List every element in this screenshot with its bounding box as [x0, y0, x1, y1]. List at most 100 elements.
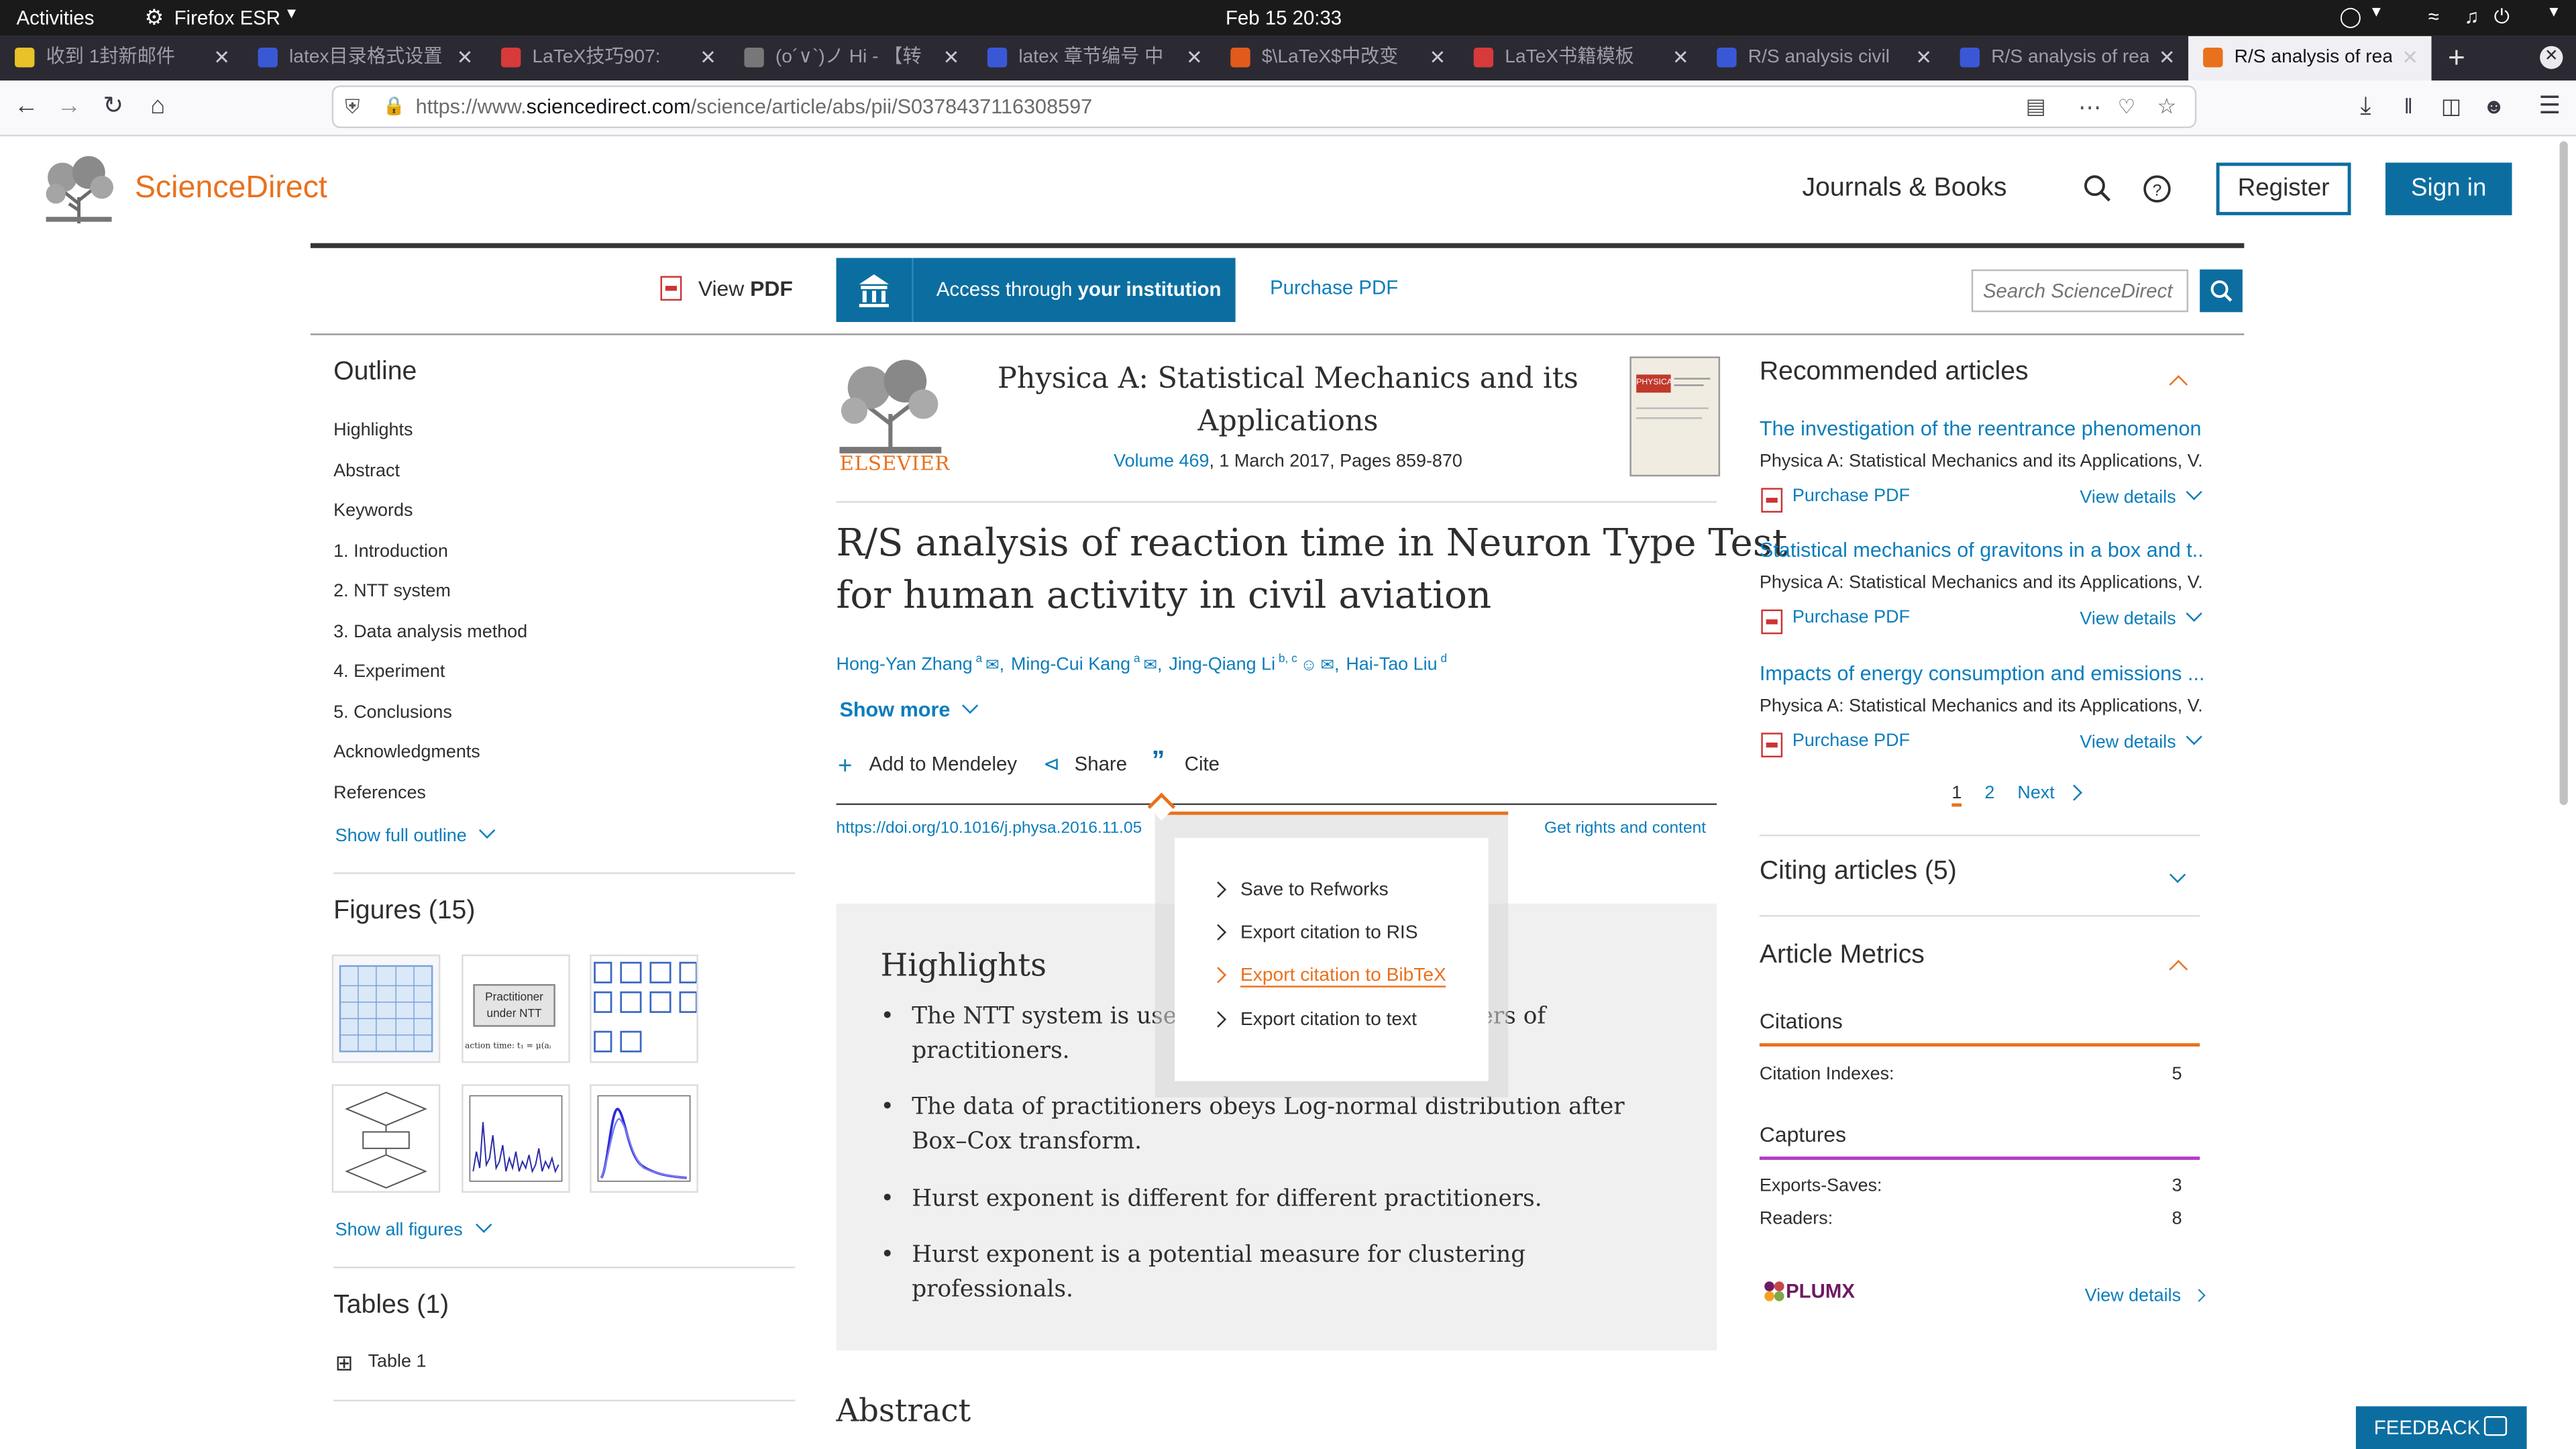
pocket-icon[interactable]: ♡: [2118, 87, 2135, 127]
url-bar[interactable]: ⛨ 🔒 https://www.sciencedirect.com/scienc…: [333, 87, 2195, 127]
elsevier-tree-logo[interactable]: [40, 154, 119, 224]
cite-menu-item[interactable]: Export citation to text: [1210, 1010, 1417, 1030]
recommended-article-title[interactable]: Impacts of energy consumption and emissi…: [1760, 661, 2203, 684]
outline-item[interactable]: 1. Introduction: [333, 541, 448, 561]
wifi-icon[interactable]: ≈: [2428, 5, 2439, 28]
recommended-purchase-pdf-link[interactable]: Purchase PDF: [1792, 486, 1910, 506]
purchase-pdf-link[interactable]: Purchase PDF: [1270, 276, 1398, 299]
browser-tab[interactable]: R/S analysis of rea ✕: [1945, 36, 2188, 80]
figure-thumbnail-6[interactable]: [590, 1084, 698, 1193]
sidebar-icon[interactable]: ◫: [2434, 91, 2467, 123]
rights-link[interactable]: Get rights and content: [1544, 820, 1706, 838]
feedback-button[interactable]: FEEDBACK: [2355, 1406, 2527, 1449]
reload-icon[interactable]: ↻: [97, 91, 129, 123]
page-actions-icon[interactable]: ⋯: [2078, 87, 2101, 127]
show-more-button[interactable]: Show more: [839, 697, 979, 721]
tab-close-icon[interactable]: ✕: [1429, 36, 1446, 80]
cite-menu-item[interactable]: Save to Refworks: [1210, 881, 1389, 900]
outline-item[interactable]: Acknowledgments: [333, 743, 480, 762]
volume-icon[interactable]: ♫: [2464, 5, 2479, 28]
outline-item[interactable]: Keywords: [333, 501, 413, 521]
browser-tab[interactable]: $\LaTeX$中改变 ✕: [1216, 36, 1458, 80]
outline-item[interactable]: 3. Data analysis method: [333, 622, 527, 641]
recommended-view-details-button[interactable]: View details: [2080, 484, 2202, 508]
home-icon[interactable]: ⌂: [142, 91, 174, 123]
tab-close-icon[interactable]: ✕: [2159, 36, 2176, 80]
sciencedirect-brand[interactable]: ScienceDirect: [135, 171, 327, 207]
elsevier-logo[interactable]: ELSEVIER: [837, 358, 950, 476]
author-affiliation[interactable]: d: [1441, 654, 1448, 665]
outline-item[interactable]: 5. Conclusions: [333, 702, 452, 722]
table-1-link[interactable]: Table 1: [368, 1352, 427, 1372]
show-full-outline-button[interactable]: Show full outline: [335, 822, 496, 846]
new-tab-icon[interactable]: +: [2448, 36, 2465, 80]
recommended-article-title[interactable]: The investigation of the reentrance phen…: [1760, 417, 2203, 440]
power-icon[interactable]: ⏻: [2494, 5, 2510, 30]
doi-link[interactable]: https://doi.org/10.1016/j.physa.2016.11.…: [837, 820, 1142, 838]
window-close-icon[interactable]: ✕: [2540, 46, 2563, 69]
show-all-figures-button[interactable]: Show all figures: [335, 1216, 492, 1240]
lock-icon[interactable]: 🔒: [383, 87, 406, 127]
outline-item[interactable]: Abstract: [333, 461, 400, 480]
tab-close-icon[interactable]: ✕: [943, 36, 960, 80]
tab-close-icon[interactable]: ✕: [457, 36, 474, 80]
outline-item[interactable]: 2. NTT system: [333, 582, 451, 601]
author-affiliation[interactable]: a: [1134, 654, 1140, 665]
recommended-article-title[interactable]: Statistical mechanics of gravitons in a …: [1760, 539, 2203, 562]
page-scrollbar[interactable]: [2559, 141, 2568, 806]
library-icon[interactable]: ‖: [2392, 91, 2425, 123]
recommended-view-details-button[interactable]: View details: [2080, 606, 2202, 630]
recommended-purchase-pdf-link[interactable]: Purchase PDF: [1792, 608, 1910, 628]
sign-in-button[interactable]: Sign in: [2385, 162, 2512, 215]
tab-close-icon[interactable]: ✕: [2402, 36, 2418, 80]
account-icon[interactable]: ☻: [2477, 91, 2510, 123]
author-affiliation[interactable]: a: [976, 654, 983, 665]
author-name[interactable]: Hong-Yan Zhang: [837, 655, 973, 674]
tab-close-icon[interactable]: ✕: [1672, 36, 1689, 80]
search-submit-button[interactable]: [2200, 269, 2243, 313]
collapse-up-icon[interactable]: [2169, 955, 2188, 984]
cite-menu-item[interactable]: Export citation to RIS: [1210, 924, 1418, 943]
forward-icon[interactable]: →: [52, 91, 85, 123]
add-to-mendeley-button[interactable]: Add to Mendeley: [869, 753, 1018, 775]
bookmark-star-icon[interactable]: ☆: [2157, 87, 2177, 127]
accessibility-icon[interactable]: ◯: [2339, 5, 2361, 28]
search-input[interactable]: [1971, 269, 2189, 313]
menu-icon[interactable]: ☰: [2533, 91, 2566, 123]
browser-tab[interactable]: latex目录格式设置 ✕: [243, 36, 486, 80]
view-pdf-link[interactable]: View PDF: [698, 276, 793, 301]
url-text[interactable]: https://www.sciencedirect.com/science/ar…: [416, 87, 1093, 127]
email-icon[interactable]: ✉: [1320, 657, 1334, 675]
figure-thumbnail-2[interactable]: Practitioner under NTT action time: t₁ =…: [462, 954, 570, 1063]
recommended-view-details-button[interactable]: View details: [2080, 728, 2202, 752]
recommended-purchase-pdf-link[interactable]: Purchase PDF: [1792, 731, 1910, 750]
access-institution-button[interactable]: Access through your institution: [836, 258, 1236, 323]
app-menu[interactable]: Firefox ESR: [174, 7, 280, 30]
browser-tab[interactable]: LaTeX书籍模板 ✕: [1459, 36, 1702, 80]
figure-thumbnail-5[interactable]: [462, 1084, 570, 1193]
email-icon[interactable]: ✉: [985, 657, 1000, 675]
person-icon[interactable]: ☺: [1301, 657, 1318, 675]
tab-close-icon[interactable]: ✕: [1186, 36, 1203, 80]
journal-title-line2[interactable]: Applications: [987, 406, 1589, 439]
browser-tab[interactable]: 收到 1封新邮件 ✕: [0, 36, 243, 80]
back-icon[interactable]: ←: [10, 91, 43, 123]
tracking-shield-icon[interactable]: ⛨: [345, 87, 360, 127]
author-name[interactable]: Hai-Tao Liu: [1346, 655, 1437, 674]
tab-close-icon[interactable]: ✕: [700, 36, 716, 80]
share-button[interactable]: Share: [1075, 753, 1127, 775]
metrics-view-details-link[interactable]: View details: [2085, 1287, 2220, 1306]
search-icon[interactable]: [2083, 174, 2112, 204]
cite-button[interactable]: Cite: [1185, 753, 1220, 775]
chevron-down-icon[interactable]: [2169, 864, 2186, 894]
email-icon[interactable]: ✉: [1144, 657, 1158, 675]
figure-thumbnail-1[interactable]: [331, 954, 441, 1063]
help-icon[interactable]: ?: [2142, 174, 2171, 204]
browser-tab[interactable]: latex 章节编号 中 ✕: [973, 36, 1216, 80]
cite-menu-item[interactable]: Export citation to BibTeX: [1210, 966, 1446, 988]
outline-item[interactable]: References: [333, 783, 426, 802]
clock[interactable]: Feb 15 20:33: [1226, 7, 1342, 30]
activities-button[interactable]: Activities: [16, 7, 94, 30]
journal-title-line1[interactable]: Physica A: Statistical Mechanics and its: [987, 363, 1589, 396]
register-button[interactable]: Register: [2216, 162, 2351, 215]
